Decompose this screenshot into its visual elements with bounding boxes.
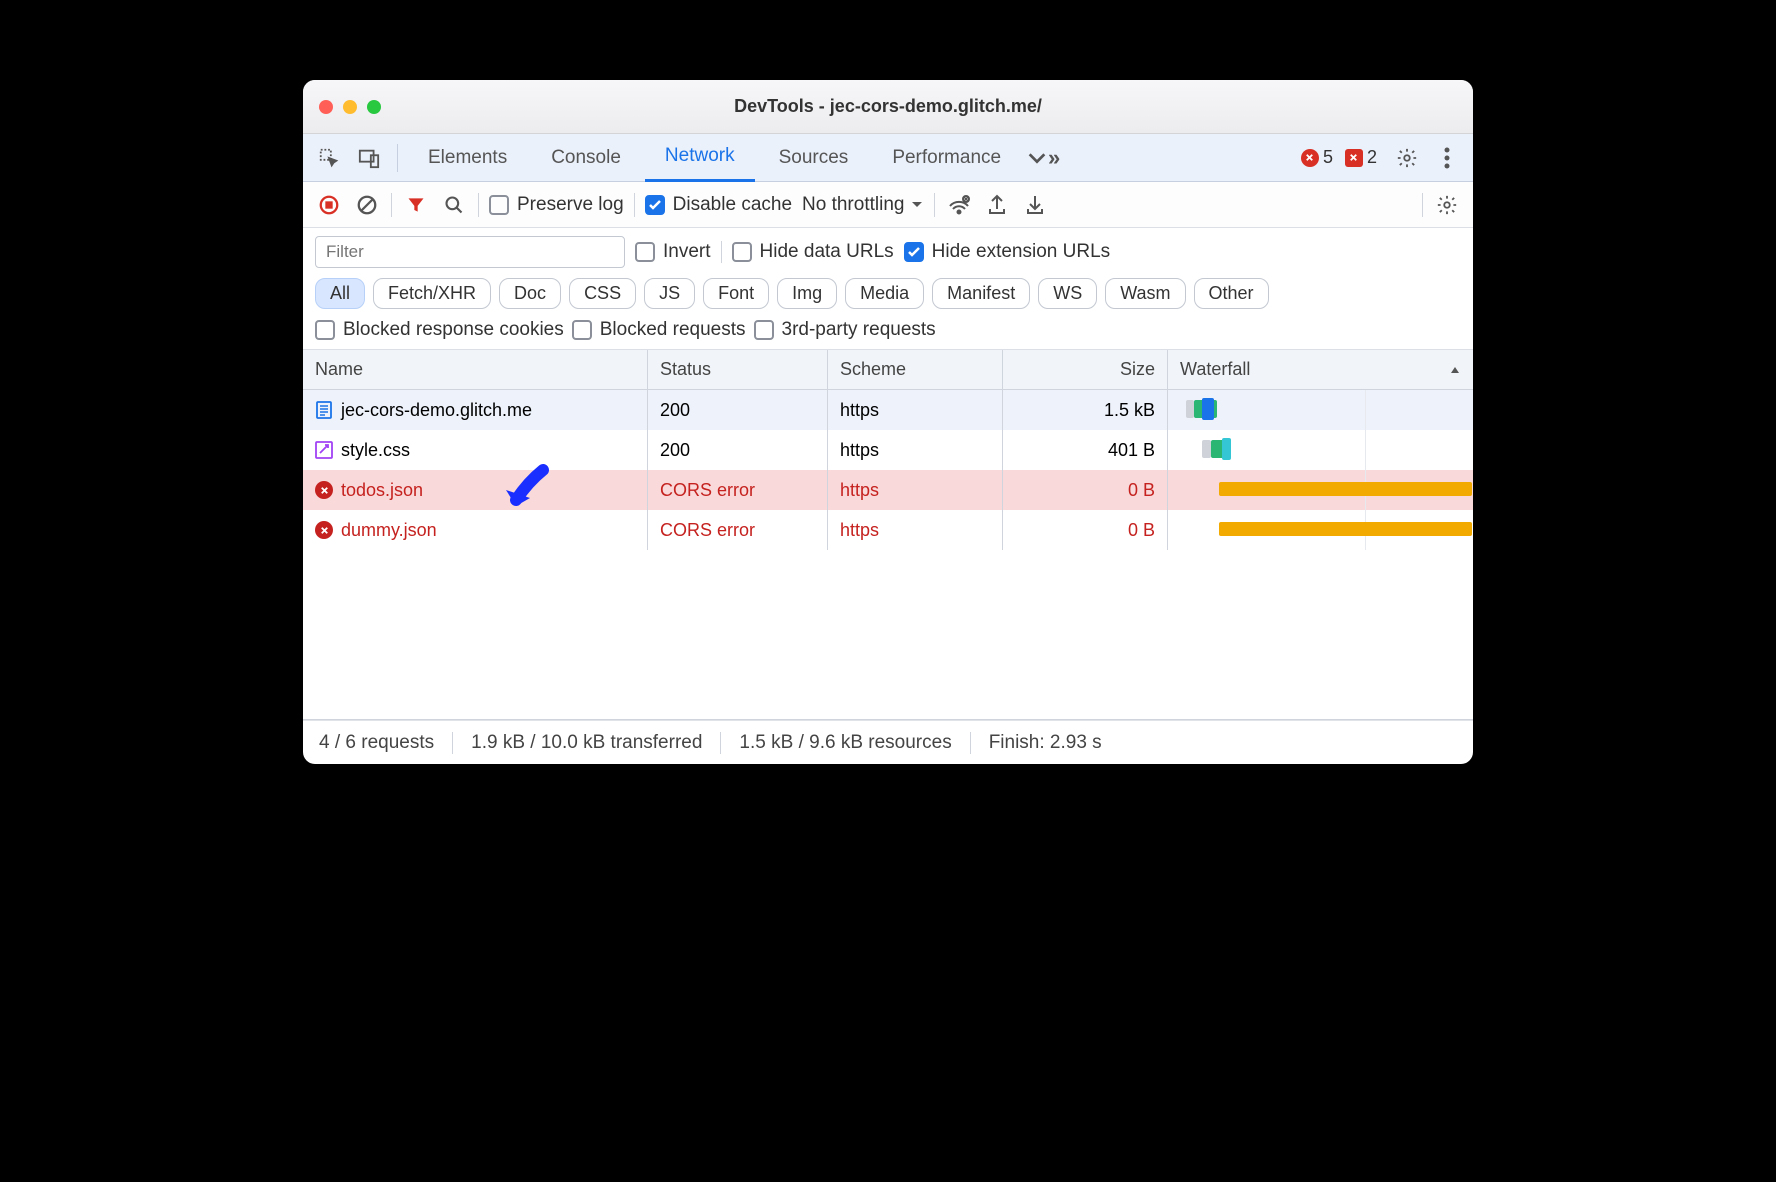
network-table-header: Name Status Scheme Size Waterfall bbox=[303, 350, 1473, 390]
kebab-menu-icon[interactable] bbox=[1429, 140, 1465, 176]
error-count-badge[interactable]: 5 bbox=[1301, 147, 1333, 168]
disable-cache-checkbox[interactable]: Disable cache bbox=[645, 194, 792, 216]
invert-checkbox[interactable]: Invert bbox=[635, 241, 711, 263]
blocked-requests-checkbox[interactable]: Blocked requests bbox=[572, 319, 746, 341]
tab-sources[interactable]: Sources bbox=[759, 134, 869, 182]
divider bbox=[391, 193, 392, 217]
filter-chip-all[interactable]: All bbox=[315, 278, 365, 309]
more-tabs-icon[interactable]: » bbox=[1025, 140, 1061, 176]
filter-input[interactable] bbox=[315, 236, 625, 268]
network-conditions-icon[interactable] bbox=[945, 191, 973, 219]
tab-network[interactable]: Network bbox=[645, 134, 755, 182]
table-row[interactable]: dummy.json CORS error https 0 B bbox=[303, 510, 1473, 550]
waterfall-bar bbox=[1180, 390, 1461, 430]
error-icon bbox=[315, 521, 333, 539]
filter-chip-ws[interactable]: WS bbox=[1038, 278, 1097, 309]
export-har-icon[interactable] bbox=[983, 191, 1011, 219]
filter-chip-css[interactable]: CSS bbox=[569, 278, 636, 309]
panel-settings-icon[interactable] bbox=[1433, 191, 1461, 219]
tab-elements[interactable]: Elements bbox=[408, 134, 527, 182]
settings-icon[interactable] bbox=[1389, 140, 1425, 176]
column-scheme[interactable]: Scheme bbox=[828, 350, 1003, 389]
titlebar: DevTools - jec-cors-demo.glitch.me/ bbox=[303, 80, 1473, 134]
column-status[interactable]: Status bbox=[648, 350, 828, 389]
window-title: DevTools - jec-cors-demo.glitch.me/ bbox=[303, 96, 1473, 117]
warning-count-badge[interactable]: 2 bbox=[1345, 147, 1377, 168]
status-transferred: 1.9 kB / 10.0 kB transferred bbox=[471, 732, 702, 754]
error-count: 5 bbox=[1323, 147, 1333, 168]
tab-performance[interactable]: Performance bbox=[872, 134, 1021, 182]
divider bbox=[934, 193, 935, 217]
device-toolbar-icon[interactable] bbox=[351, 140, 387, 176]
warning-count: 2 bbox=[1367, 147, 1377, 168]
blocked-response-cookies-checkbox[interactable]: Blocked response cookies bbox=[315, 319, 564, 341]
filter-chip-other[interactable]: Other bbox=[1194, 278, 1269, 309]
sort-asc-icon bbox=[1449, 365, 1461, 375]
filter-chip-js[interactable]: JS bbox=[644, 278, 695, 309]
main-tabbar: Elements Console Network Sources Perform… bbox=[303, 134, 1473, 182]
record-button[interactable] bbox=[315, 191, 343, 219]
divider bbox=[1422, 193, 1423, 217]
network-toolbar: Preserve log Disable cache No throttling bbox=[303, 182, 1473, 228]
status-requests: 4 / 6 requests bbox=[319, 732, 434, 754]
hide-data-urls-checkbox[interactable]: Hide data URLs bbox=[732, 241, 894, 263]
filter-chip-img[interactable]: Img bbox=[777, 278, 837, 309]
divider bbox=[397, 144, 398, 172]
table-row[interactable]: jec-cors-demo.glitch.me 200 https 1.5 kB bbox=[303, 390, 1473, 430]
network-table-body: jec-cors-demo.glitch.me 200 https 1.5 kB… bbox=[303, 390, 1473, 720]
status-bar: 4 / 6 requests 1.9 kB / 10.0 kB transfer… bbox=[303, 720, 1473, 764]
table-row[interactable]: style.css 200 https 401 B bbox=[303, 430, 1473, 470]
column-size[interactable]: Size bbox=[1003, 350, 1168, 389]
waterfall-bar bbox=[1180, 470, 1461, 510]
column-name[interactable]: Name bbox=[303, 350, 648, 389]
filter-chip-doc[interactable]: Doc bbox=[499, 278, 561, 309]
filter-chip-fetch-xhr[interactable]: Fetch/XHR bbox=[373, 278, 491, 309]
annotation-arrow-icon bbox=[498, 462, 554, 518]
devtools-window: DevTools - jec-cors-demo.glitch.me/ Elem… bbox=[303, 80, 1473, 764]
filter-chip-manifest[interactable]: Manifest bbox=[932, 278, 1030, 309]
filter-chip-media[interactable]: Media bbox=[845, 278, 924, 309]
waterfall-bar bbox=[1180, 510, 1461, 550]
filter-chip-font[interactable]: Font bbox=[703, 278, 769, 309]
error-icon bbox=[315, 481, 333, 499]
css-icon bbox=[315, 441, 333, 459]
inspect-icon[interactable] bbox=[311, 140, 347, 176]
search-icon[interactable] bbox=[440, 191, 468, 219]
third-party-requests-checkbox[interactable]: 3rd-party requests bbox=[754, 319, 936, 341]
filter-chip-wasm[interactable]: Wasm bbox=[1105, 278, 1185, 309]
divider bbox=[634, 193, 635, 217]
throttling-select[interactable]: No throttling bbox=[802, 194, 924, 216]
table-row[interactable]: todos.json CORS error https 0 B bbox=[303, 470, 1473, 510]
status-resources: 1.5 kB / 9.6 kB resources bbox=[739, 732, 951, 754]
filter-bar: Invert Hide data URLs Hide extension URL… bbox=[303, 228, 1473, 350]
divider bbox=[478, 193, 479, 217]
status-finish: Finish: 2.93 s bbox=[989, 732, 1102, 754]
waterfall-bar bbox=[1180, 430, 1461, 470]
document-icon bbox=[315, 401, 333, 419]
preserve-log-checkbox[interactable]: Preserve log bbox=[489, 194, 624, 216]
import-har-icon[interactable] bbox=[1021, 191, 1049, 219]
hide-extension-urls-checkbox[interactable]: Hide extension URLs bbox=[904, 241, 1110, 263]
column-waterfall[interactable]: Waterfall bbox=[1168, 350, 1473, 389]
tab-console[interactable]: Console bbox=[531, 134, 641, 182]
clear-button[interactable] bbox=[353, 191, 381, 219]
filter-icon[interactable] bbox=[402, 191, 430, 219]
